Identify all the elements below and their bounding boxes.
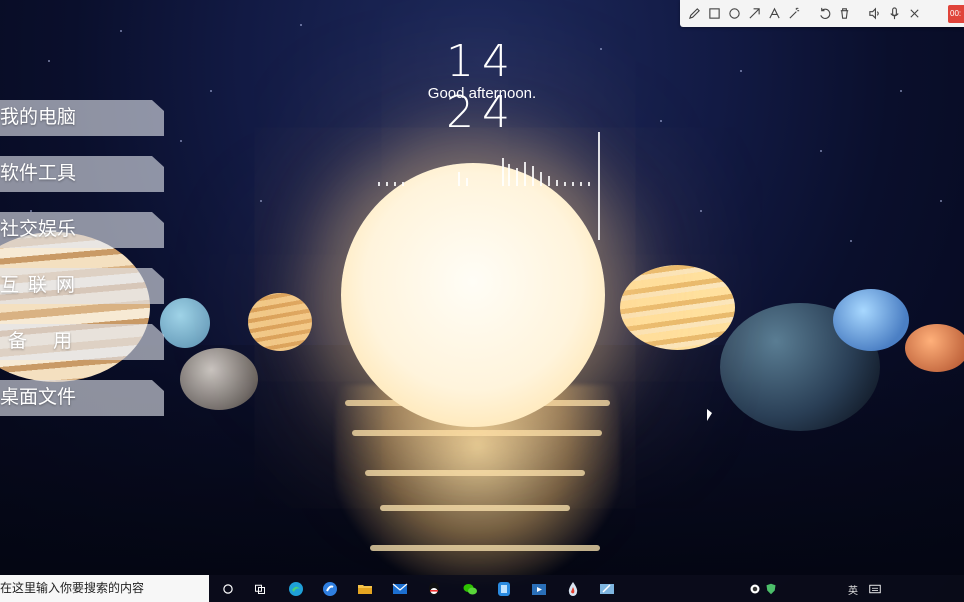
- rectangle-icon[interactable]: [704, 0, 724, 27]
- planet-saturn: [620, 265, 735, 350]
- pencil-icon[interactable]: [684, 0, 704, 27]
- taskbar: 在这里输入你要搜索的内容 英: [0, 575, 964, 602]
- trash-icon[interactable]: [834, 0, 854, 27]
- arrow-icon[interactable]: [744, 0, 764, 27]
- text-icon[interactable]: [764, 0, 784, 27]
- menu-software-tools[interactable]: 软件工具: [0, 156, 164, 192]
- media-player-icon[interactable]: [530, 580, 547, 597]
- close-icon[interactable]: [904, 0, 924, 27]
- planet-neptune: [833, 289, 909, 351]
- ime-indicator[interactable]: 英: [848, 582, 858, 597]
- mouse-cursor: [707, 409, 712, 421]
- edge-icon[interactable]: [287, 580, 304, 597]
- reflection-ripple: [370, 545, 600, 551]
- sogou-browser-icon[interactable]: [321, 580, 338, 597]
- task-view-icon[interactable]: [251, 580, 268, 597]
- planet-uranus: [160, 298, 210, 348]
- menu-my-computer[interactable]: 我的电脑: [0, 100, 164, 136]
- cortana-icon[interactable]: [219, 580, 236, 597]
- menu-desktop-files[interactable]: 桌面文件: [0, 380, 164, 416]
- reflection-ripple: [365, 470, 585, 476]
- annotation-toolbar: 00:: [680, 0, 964, 27]
- audio-visualizer: [376, 130, 604, 242]
- shield-icon[interactable]: [762, 580, 779, 597]
- speaker-icon[interactable]: [864, 0, 884, 27]
- taskbar-search-input[interactable]: 在这里输入你要搜索的内容: [0, 575, 209, 602]
- planet-mars: [905, 324, 964, 372]
- planet-venus: [248, 293, 312, 351]
- microphone-icon[interactable]: [884, 0, 904, 27]
- wechat-icon[interactable]: [461, 580, 478, 597]
- magic-wand-icon[interactable]: [784, 0, 804, 27]
- droplet-app-icon[interactable]: [564, 580, 581, 597]
- reflection-ripple: [380, 505, 570, 511]
- keyboard-icon[interactable]: [866, 580, 883, 597]
- greeting-text: Good afternoon.: [427, 85, 537, 102]
- reflection-ripple: [352, 430, 602, 436]
- recording-timer[interactable]: 00:: [948, 4, 964, 23]
- menu-backup[interactable]: 备用: [0, 324, 164, 360]
- menu-social-entertainment[interactable]: 社交娱乐: [0, 212, 164, 248]
- pen-tablet-icon[interactable]: [598, 580, 615, 597]
- menu-internet[interactable]: 互联网: [0, 268, 164, 304]
- undo-icon[interactable]: [814, 0, 834, 27]
- planet-mercury: [180, 348, 258, 410]
- security-icon[interactable]: [746, 580, 763, 597]
- qq-icon[interactable]: [425, 580, 442, 597]
- file-explorer-icon[interactable]: [356, 580, 373, 597]
- circle-icon[interactable]: [724, 0, 744, 27]
- mail-icon[interactable]: [391, 580, 408, 597]
- phone-link-icon[interactable]: [495, 580, 512, 597]
